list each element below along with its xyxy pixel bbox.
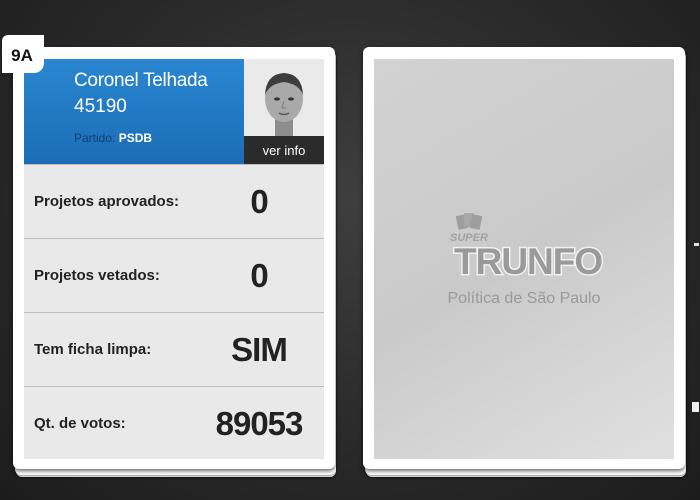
stat-row-projetos-vetados: Projetos vetados: 0 (24, 238, 324, 312)
decorative-mark (694, 243, 699, 246)
candidate-card[interactable]: Coronel Telhada 45190 Partido: PSDB ver … (2, 35, 335, 469)
candidate-name: Coronel Telhada (74, 70, 208, 91)
candidate-number: 45190 (74, 96, 127, 117)
deck-card-back[interactable]: SUPER TRUNFO Política de São Paulo (363, 47, 685, 469)
stat-label: Qt. de votos: (34, 415, 126, 432)
card-content: Coronel Telhada 45190 Partido: PSDB ver … (24, 59, 324, 459)
party-label: Partido: (74, 131, 116, 145)
stat-label: Projetos aprovados: (34, 193, 180, 210)
stat-row-ficha-limpa: Tem ficha limpa: SIM (24, 312, 324, 386)
logo-trunfo-text: TRUNFO (454, 241, 602, 282)
deck-stack: SUPER TRUNFO Política de São Paulo (363, 47, 688, 477)
stat-value: SIM (231, 330, 288, 368)
card-header: Coronel Telhada 45190 Partido: PSDB ver … (24, 59, 324, 164)
stat-value: 0 (250, 256, 268, 294)
party-info: Partido: PSDB (74, 131, 152, 145)
party-value: PSDB (118, 131, 153, 145)
stat-label: Projetos vetados: (34, 267, 160, 284)
stat-row-projetos-aprovados: Projetos aprovados: 0 (24, 164, 324, 238)
candidate-card-stack: Coronel Telhada 45190 Partido: PSDB ver … (2, 35, 338, 477)
stat-value: 0 (250, 182, 268, 220)
card-header-banner: Coronel Telhada 45190 Partido: PSDB (24, 59, 244, 164)
card-back-face: SUPER TRUNFO Política de São Paulo (374, 59, 674, 459)
deck-subtitle: Política de São Paulo (447, 290, 601, 307)
stat-label: Tem ficha limpa: (34, 341, 152, 358)
trunfo-logo-icon: SUPER TRUNFO (450, 213, 605, 283)
stat-value: 89053 (215, 404, 304, 442)
ver-info-button[interactable]: ver info (244, 136, 324, 164)
stat-row-qt-votos: Qt. de votos: 89053 (24, 386, 324, 459)
decorative-mark (692, 402, 699, 412)
card-code-badge: 9A (2, 35, 44, 73)
